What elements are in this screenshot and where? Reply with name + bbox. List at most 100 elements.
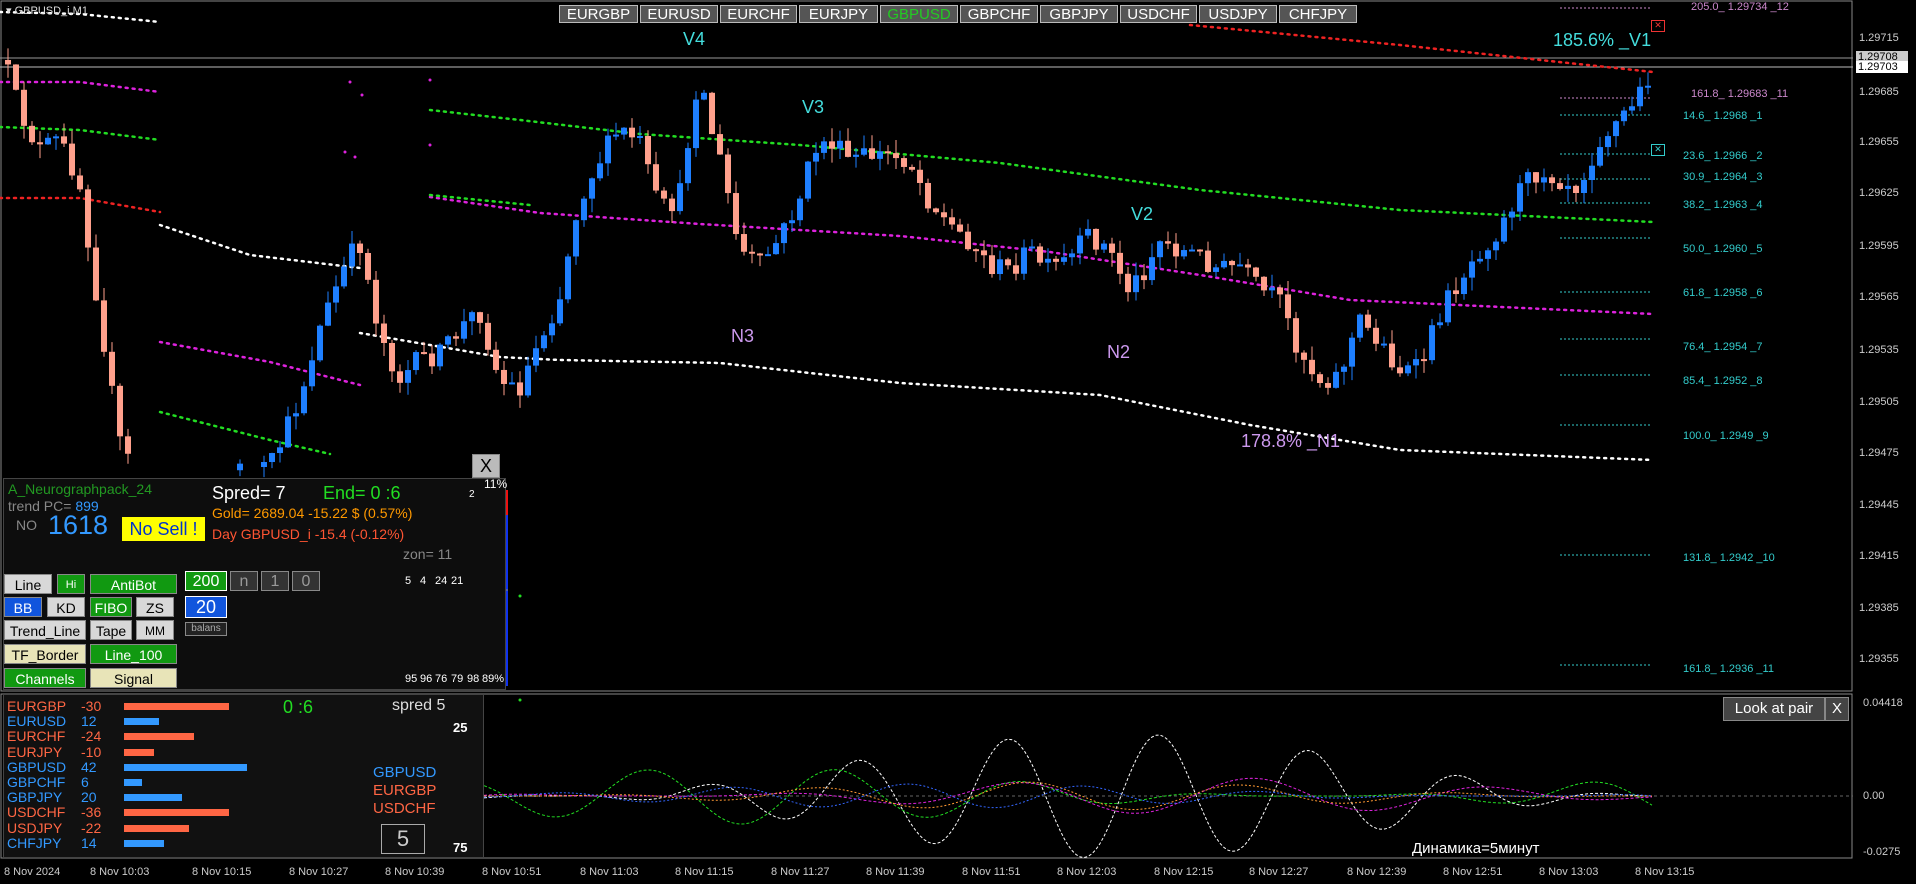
n20-button[interactable]: 20 xyxy=(185,596,227,618)
look-at-pair-close-button[interactable]: X xyxy=(1825,697,1849,721)
bb-button[interactable]: BB xyxy=(4,597,42,617)
no-label: NO xyxy=(16,517,37,533)
candle-body xyxy=(1517,183,1523,212)
candle-body xyxy=(397,371,403,383)
tape-button[interactable]: Tape xyxy=(90,620,132,640)
candle-body xyxy=(661,190,667,199)
candle-body xyxy=(613,134,619,137)
candle-body xyxy=(1317,374,1323,384)
tf-border-button[interactable]: TF_Border xyxy=(4,644,86,664)
hi-button[interactable]: Hi xyxy=(57,574,85,594)
side-bottom-value: 75 xyxy=(453,840,468,855)
candle-body xyxy=(501,369,507,384)
candle-body xyxy=(1149,257,1155,281)
pair-button-eurgbp[interactable]: EURGBP xyxy=(559,5,638,23)
wave-label-v3: V3 xyxy=(802,97,825,117)
strength-bar xyxy=(124,733,194,741)
look-at-pair-button[interactable]: Look at pair xyxy=(1723,697,1825,721)
pair-button-usdjpy[interactable]: USDJPY xyxy=(1199,5,1277,23)
fibo-button[interactable]: FIBO xyxy=(90,597,132,617)
antibot-button[interactable]: AntiBot xyxy=(90,574,177,594)
candle-body xyxy=(1093,228,1099,250)
candle-body xyxy=(725,154,731,194)
strength-row: GBPJPY 20 xyxy=(7,790,97,804)
n200-button[interactable]: 200 xyxy=(185,571,227,591)
line-button[interactable]: Line xyxy=(4,574,52,594)
price-tick: 1.29565 xyxy=(1859,291,1899,303)
pair-button-gbpjpy[interactable]: GBPJPY xyxy=(1040,5,1118,23)
time-tick: 8 Nov 10:15 xyxy=(192,866,252,878)
osc-line-green xyxy=(483,769,1653,825)
candle-body xyxy=(29,125,35,143)
candle-body xyxy=(1413,359,1419,366)
signal-button[interactable]: Signal xyxy=(90,668,177,688)
candle-body xyxy=(1125,273,1131,293)
channels-button[interactable]: Channels xyxy=(4,668,86,688)
side-top-value: 25 xyxy=(453,720,468,735)
candle-body xyxy=(365,252,371,280)
candle-body xyxy=(957,224,963,232)
candle-body xyxy=(1397,367,1403,374)
candle-body xyxy=(1013,265,1019,274)
candle-body xyxy=(1589,165,1595,181)
pct-top-label: 11% xyxy=(484,477,508,491)
pair-button-eurusd[interactable]: EURUSD xyxy=(640,5,718,23)
strength-pair: EURCHF xyxy=(7,728,66,745)
candle-body xyxy=(437,344,443,367)
pair-button-eurchf[interactable]: EURCHF xyxy=(720,5,797,23)
strength-bar xyxy=(124,824,189,832)
candle-body xyxy=(1493,241,1499,251)
candle-body xyxy=(789,220,795,224)
candle-body xyxy=(941,212,947,218)
balans-button[interactable]: balans xyxy=(185,622,227,636)
candle-body xyxy=(669,198,675,212)
candle-body xyxy=(997,259,1003,275)
fibo-marker-icon[interactable]: ✕ xyxy=(1651,144,1665,156)
pair-button-usdchf[interactable]: USDCHF xyxy=(1120,5,1197,23)
pair-button-chfjpy[interactable]: CHFJPY xyxy=(1279,5,1357,23)
candle-body xyxy=(1581,180,1587,193)
strength-value: -10 xyxy=(81,743,102,760)
dropdown-triangle-icon[interactable]: ▾ xyxy=(6,5,12,17)
count-box: 5 xyxy=(381,824,425,854)
zs-button[interactable]: ZS xyxy=(136,597,174,617)
candle-body xyxy=(341,266,347,287)
candle-body xyxy=(277,447,283,454)
kd-button[interactable]: KD xyxy=(47,597,85,617)
candle-body xyxy=(1245,264,1251,268)
v1-marker-icon[interactable]: ✕ xyxy=(1651,20,1665,32)
time-tick: 8 Nov 10:39 xyxy=(385,866,445,878)
pair-button-gbpusd[interactable]: GBPUSD xyxy=(880,5,958,23)
ma-white-left xyxy=(158,223,362,270)
fibo-level-label: 14.6_ 1.2968 _1 xyxy=(1683,110,1763,122)
candle-body xyxy=(1533,172,1539,183)
candle-body xyxy=(1285,294,1291,319)
line-100-button[interactable]: Line_100 xyxy=(90,644,177,664)
candle-body xyxy=(781,223,787,244)
trend-line-button[interactable]: Trend_Line xyxy=(4,620,86,640)
ma-red-upper xyxy=(0,196,162,214)
n0-button[interactable]: 0 xyxy=(292,571,320,591)
candle-body xyxy=(1613,121,1619,137)
candle-body xyxy=(109,351,115,386)
candle-body xyxy=(85,189,91,248)
candle-body xyxy=(1621,110,1627,122)
panel-close-button[interactable]: X xyxy=(472,454,500,478)
time-tick: 8 Nov 12:39 xyxy=(1347,866,1407,878)
pair-button-eurjpy[interactable]: EURJPY xyxy=(799,5,878,23)
candle-body xyxy=(1109,243,1115,253)
wave-label-n3: N3 xyxy=(731,326,755,346)
n1-button[interactable]: 1 xyxy=(261,571,289,591)
time-tick: 8 Nov 10:03 xyxy=(90,866,150,878)
pair-button-gbpchf[interactable]: GBPCHF xyxy=(960,5,1038,23)
strength-spread: spred 5 xyxy=(392,697,446,714)
time-tick: 8 Nov 11:03 xyxy=(580,866,639,878)
n-button[interactable]: n xyxy=(230,571,258,591)
dynamics-label: Динамика=5минут xyxy=(1412,840,1540,857)
candle-body xyxy=(1421,359,1427,362)
wave-label-v2: V2 xyxy=(1131,204,1154,224)
mm-button[interactable]: MM xyxy=(136,620,174,640)
strength-bar xyxy=(124,748,154,756)
strength-value: -30 xyxy=(81,698,102,714)
candle-body xyxy=(5,60,11,65)
